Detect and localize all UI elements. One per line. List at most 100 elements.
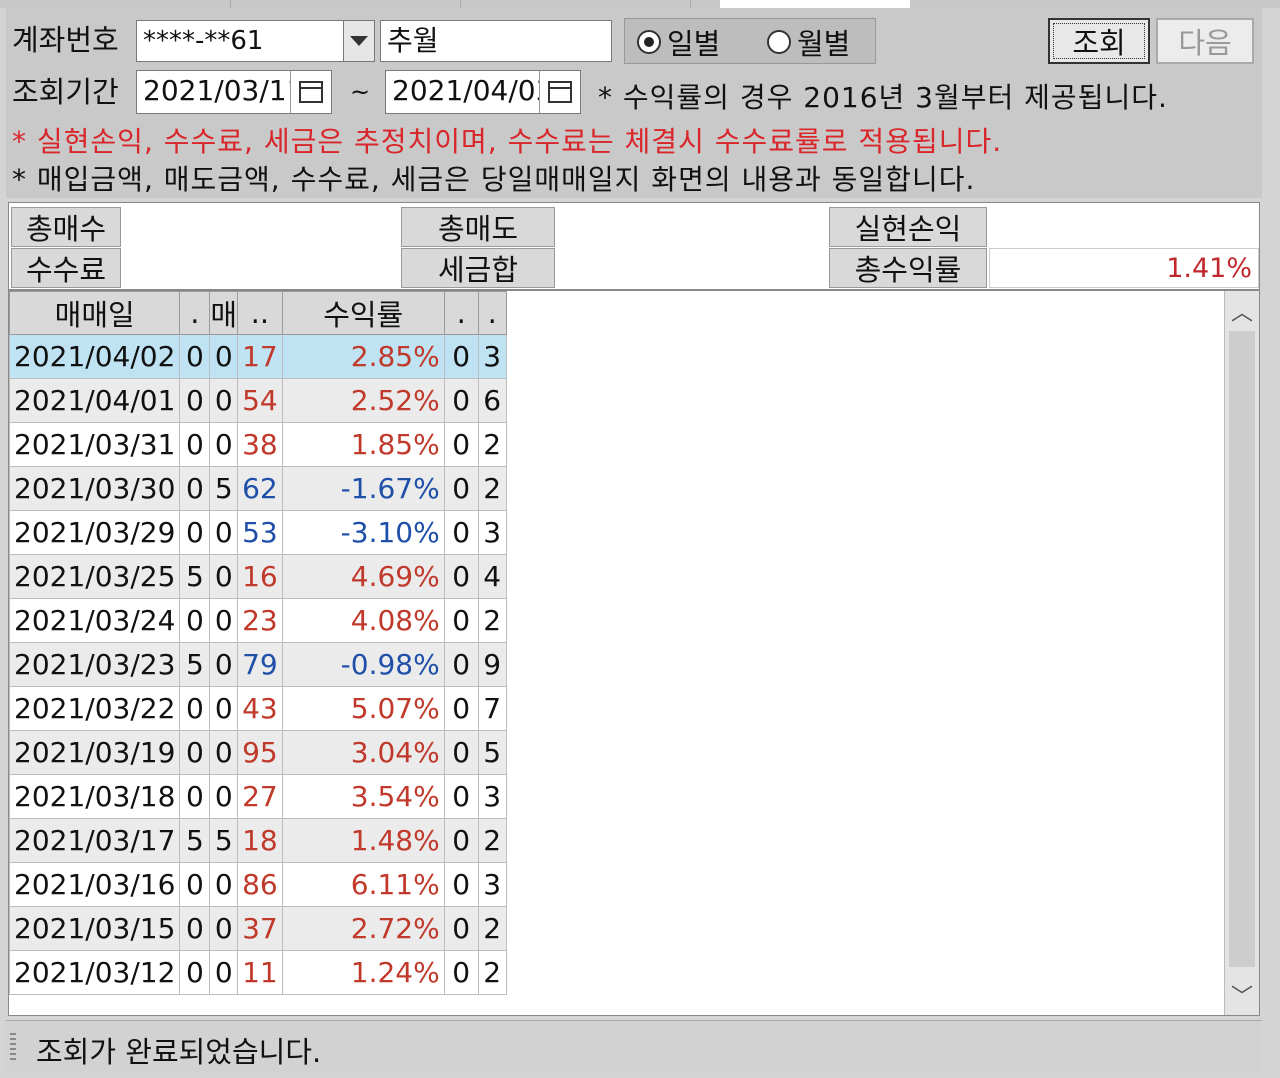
table-row[interactable]: 2021/03/19 0 0 95 3.04% 0 5 [8,730,507,775]
cell-col-4: 62 [237,466,283,511]
next-button[interactable]: 다음 [1156,18,1254,64]
header-col-6[interactable]: . [443,291,479,335]
table-row[interactable]: 2021/03/24 0 0 23 4.08% 0 2 [8,598,507,643]
scroll-up-button[interactable]: ︿ [1225,293,1259,329]
status-message: 조회가 완료되었습니다. [36,1035,322,1069]
cell-col-6: 0 [443,334,479,379]
cell-col-3: 0 [209,642,239,687]
cell-trade-date: 2021/03/23 [8,642,181,687]
cell-col-2: 5 [179,554,211,599]
date-from-calendar-button[interactable] [290,71,331,113]
cell-col-7: 3 [477,862,507,907]
cell-trade-date: 2021/03/22 [8,686,181,731]
scroll-down-button[interactable]: ﹀ [1225,977,1259,1013]
radio-monthly-label: 월별 [797,27,851,61]
active-tab[interactable] [720,0,910,8]
cell-col-7: 2 [477,906,507,951]
scrollbar-thumb[interactable] [1229,331,1255,967]
table-row[interactable]: 2021/04/01 0 0 54 2.52% 0 6 [8,378,507,423]
cell-trade-date: 2021/03/12 [8,950,181,995]
cell-yield: 4.69% [281,554,445,599]
header-col-2[interactable]: . [179,291,211,335]
cell-col-6: 0 [443,598,479,643]
header-yield[interactable]: 수익률 [281,291,445,335]
cell-col-3: 5 [209,466,239,511]
cell-trade-date: 2021/03/29 [8,510,181,555]
cell-col-3: 0 [209,510,239,555]
tax-label: 세금합 [401,248,555,288]
cell-trade-date: 2021/03/15 [8,906,181,951]
cell-trade-date: 2021/03/24 [8,598,181,643]
status-bar: 조회가 완료되었습니다. [6,1020,1262,1074]
cell-col-2: 0 [179,334,211,379]
table-row[interactable]: 2021/03/30 0 5 62 -1.67% 0 2 [8,466,507,511]
table-header-row: 매매일 . 매 .. 수익률 . . [8,291,507,335]
cell-col-4: 54 [237,378,283,423]
table-row[interactable]: 2021/03/29 0 0 53 -3.10% 0 3 [8,510,507,555]
cell-col-7: 2 [477,466,507,511]
table-row[interactable]: 2021/03/18 0 0 27 3.54% 0 3 [8,774,507,819]
header-col-3[interactable]: 매 [209,291,239,335]
account-number-field[interactable]: ****-**61 [136,20,344,62]
period-type-radio-group: 일별 월별 [624,18,876,64]
radio-unselected-icon [767,30,791,54]
table-row[interactable]: 2021/03/16 0 0 86 6.11% 0 3 [8,862,507,907]
header-col-4[interactable]: .. [237,291,283,335]
cell-col-6: 0 [443,686,479,731]
cell-col-7: 9 [477,642,507,687]
cell-col-2: 0 [179,466,211,511]
chevron-down-icon [350,36,368,46]
cell-col-4: 27 [237,774,283,819]
calendar-icon [299,81,323,103]
cell-yield: -1.67% [281,466,445,511]
cell-col-2: 5 [179,818,211,863]
cell-col-6: 0 [443,422,479,467]
table-row[interactable]: 2021/04/02 0 0 17 2.85% 0 3 [8,334,507,379]
cell-trade-date: 2021/03/30 [8,466,181,511]
date-to-calendar-button[interactable] [539,71,580,113]
cell-col-2: 0 [179,730,211,775]
vertical-scrollbar[interactable]: ︿ ﹀ [1224,291,1259,1015]
cell-col-3: 0 [209,378,239,423]
account-dropdown-button[interactable] [343,20,375,62]
cell-trade-date: 2021/03/25 [8,554,181,599]
radio-monthly[interactable]: 월별 [767,23,850,61]
account-label: 계좌번호 [12,23,119,57]
cell-yield: 2.52% [281,378,445,423]
table-row[interactable]: 2021/03/12 0 0 11 1.24% 0 2 [8,950,507,995]
cell-yield: 5.07% [281,686,445,731]
table-row[interactable]: 2021/03/15 0 0 37 2.72% 0 2 [8,906,507,951]
cell-col-6: 0 [443,378,479,423]
date-to-field[interactable]: 2021/04/03 [385,70,581,114]
table-row[interactable]: 2021/03/22 0 0 43 5.07% 0 7 [8,686,507,731]
table-row[interactable]: 2021/03/17 5 5 18 1.48% 0 2 [8,818,507,863]
cell-col-3: 0 [209,554,239,599]
query-button[interactable]: 조회 [1048,18,1150,64]
cell-col-3: 0 [209,862,239,907]
cell-col-7: 3 [477,774,507,819]
radio-daily[interactable]: 일별 [637,23,720,61]
table-row[interactable]: 2021/03/25 5 0 16 4.69% 0 4 [8,554,507,599]
cell-yield: 3.04% [281,730,445,775]
table-row[interactable]: 2021/03/23 5 0 79 -0.98% 0 9 [8,642,507,687]
grip-icon [10,1033,16,1063]
cell-col-4: 17 [237,334,283,379]
date-separator: ~ [350,78,371,106]
header-trade-date[interactable]: 매매일 [8,291,181,335]
cell-col-6: 0 [443,950,479,995]
cell-col-4: 23 [237,598,283,643]
cell-trade-date: 2021/03/16 [8,862,181,907]
cell-yield: 6.11% [281,862,445,907]
table-row[interactable]: 2021/03/31 0 0 38 1.85% 0 2 [8,422,507,467]
cell-col-7: 4 [477,554,507,599]
cell-col-2: 0 [179,422,211,467]
cell-col-6: 0 [443,774,479,819]
cell-yield: 1.85% [281,422,445,467]
account-name-field: 추월 [380,20,612,62]
header-col-7[interactable]: . [477,291,507,335]
cell-col-4: 18 [237,818,283,863]
realized-pl-label: 실현손익 [829,207,987,247]
date-from-value: 2021/03/11 [143,74,305,107]
cell-col-6: 0 [443,730,479,775]
date-from-field[interactable]: 2021/03/11 [136,70,332,114]
